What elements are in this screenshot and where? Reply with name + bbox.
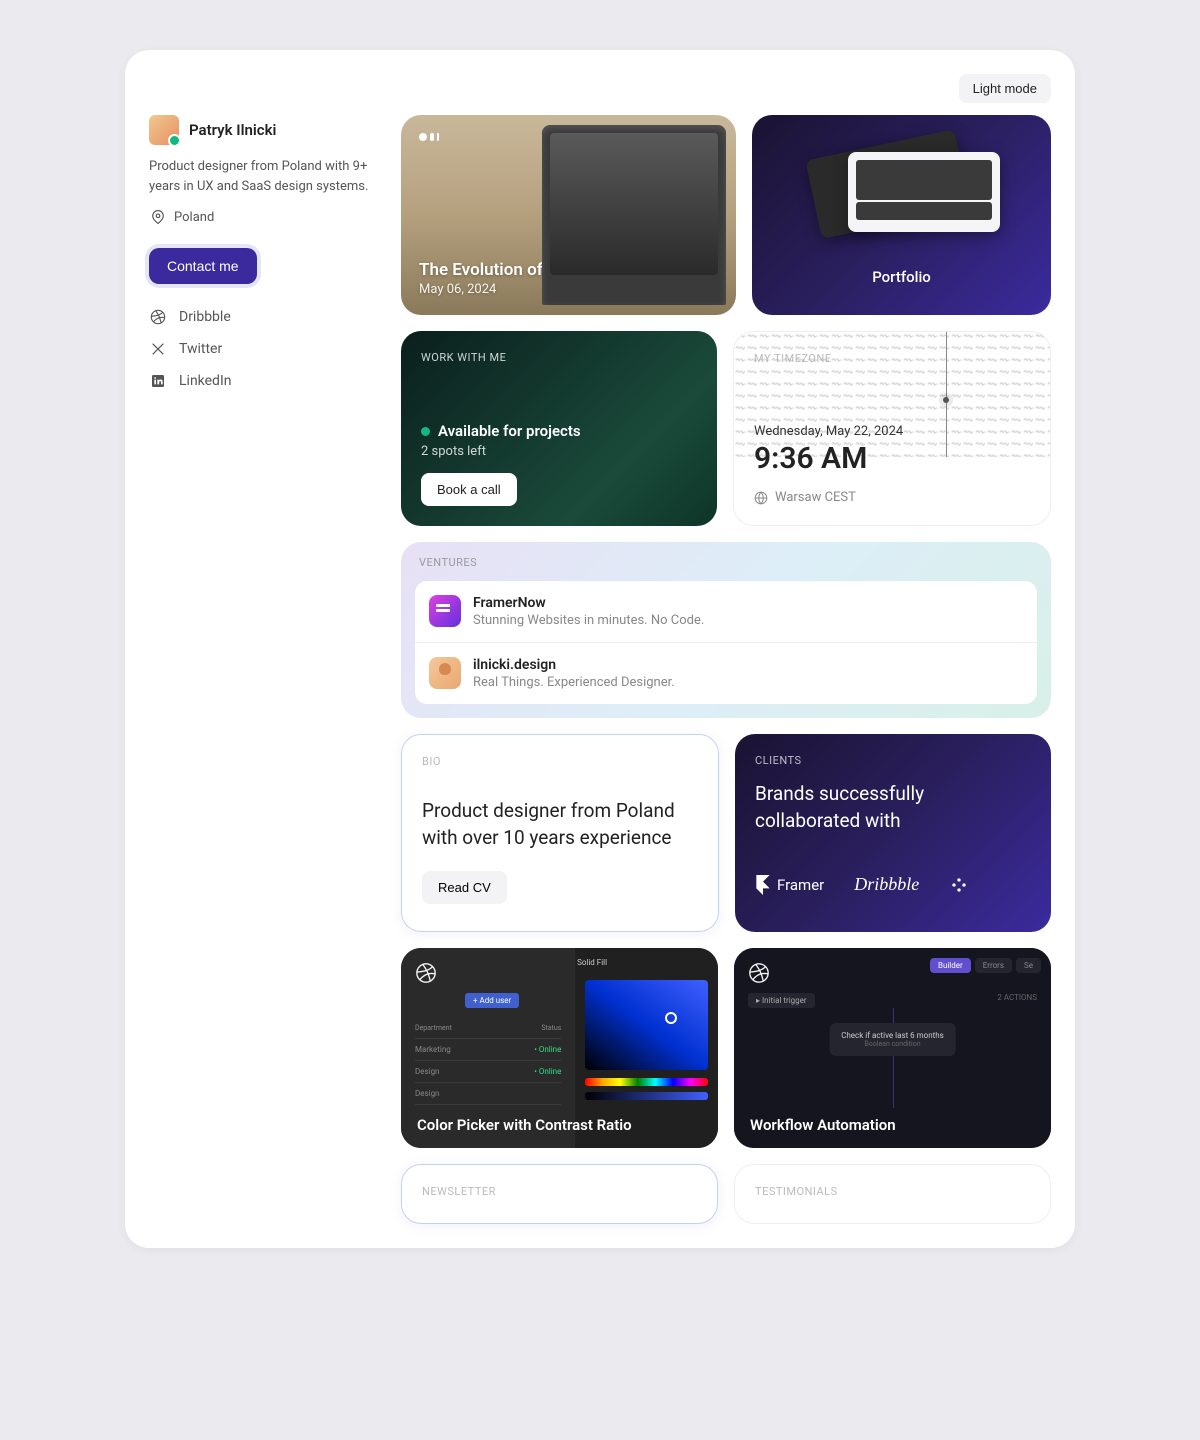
testimonials-label: TESTIMONIALS: [755, 1185, 1030, 1198]
clients-title: Brands successfully collaborated with: [755, 781, 1031, 834]
timezone-location: Warsaw CEST: [775, 490, 856, 505]
venture-desc: Stunning Websites in minutes. No Code.: [473, 613, 704, 628]
location-pin-icon: [149, 208, 167, 226]
dribbble-logo: Dribbble: [854, 874, 919, 895]
article-date: May 06, 2024: [419, 282, 718, 297]
social-label: LinkedIn: [179, 373, 232, 389]
venture-item[interactable]: ilnicki.design Real Things. Experienced …: [415, 642, 1037, 704]
framer-logo: Framer: [755, 875, 824, 895]
clients-card: CLIENTS Brands successfully collaborated…: [735, 734, 1051, 932]
timezone-card: MY TIMEZONE Wednesday, May 22, 2024 9:36…: [733, 331, 1051, 526]
dribbble-icon: [748, 962, 770, 984]
shot-title: Workflow Automation: [750, 1116, 896, 1134]
ventures-card: VENTURES FramerNow Stunning Websites in …: [401, 542, 1051, 718]
shot-title: Color Picker with Contrast Ratio: [417, 1116, 632, 1134]
portfolio-title: Portfolio: [872, 268, 931, 286]
work-with-me-card: WORK WITH ME Available for projects 2 sp…: [401, 331, 717, 526]
dribbble-icon: [149, 308, 167, 326]
ilnicki-icon: [429, 657, 461, 689]
newsletter-label: NEWSLETTER: [422, 1185, 697, 1198]
timezone-time: 9:36 AM: [754, 441, 1030, 476]
venture-desc: Real Things. Experienced Designer.: [473, 675, 675, 690]
linkedin-icon: [149, 372, 167, 390]
social-linkedin[interactable]: LinkedIn: [149, 372, 369, 390]
ventures-label: VENTURES: [415, 556, 1037, 569]
social-dribbble[interactable]: Dribbble: [149, 308, 369, 326]
newsletter-card: NEWSLETTER: [401, 1164, 718, 1224]
location-text: Poland: [174, 210, 214, 225]
bio-label: BIO: [422, 755, 698, 768]
globe-icon: [754, 491, 768, 505]
social-label: Dribbble: [179, 309, 231, 325]
testimonials-card: TESTIMONIALS: [734, 1164, 1051, 1224]
availability-dot-icon: [421, 427, 430, 436]
venture-name: ilnicki.design: [473, 657, 675, 673]
spots-text: 2 spots left: [421, 444, 697, 459]
contact-button[interactable]: Contact me: [149, 248, 257, 284]
bio-text: Product designer from Poland with over 1…: [422, 798, 698, 851]
social-twitter[interactable]: Twitter: [149, 340, 369, 358]
profile-bio: Product designer from Poland with 9+ yea…: [149, 157, 369, 196]
mock-adduser: + Add user: [465, 993, 519, 1008]
avatar: [149, 115, 179, 145]
timezone-label: MY TIMEZONE: [754, 352, 1030, 365]
dribbble-icon: [415, 962, 437, 984]
theme-toggle-button[interactable]: Light mode: [959, 74, 1051, 103]
bio-card: BIO Product designer from Poland with ov…: [401, 734, 719, 932]
dribbble-shot-card[interactable]: Builder Errors Se ▸ Initial trigger 2 AC…: [734, 948, 1051, 1148]
venture-name: FramerNow: [473, 595, 704, 611]
medium-icon: [419, 133, 718, 141]
twitter-icon: [149, 340, 167, 358]
dribbble-shot-card[interactable]: + Add user DepartmentStatus Marketing• O…: [401, 948, 718, 1148]
book-call-button[interactable]: Book a call: [421, 473, 517, 506]
social-label: Twitter: [179, 341, 222, 357]
article-card[interactable]: The Evolution of Online Media May 06, 20…: [401, 115, 736, 315]
venture-item[interactable]: FramerNow Stunning Websites in minutes. …: [415, 581, 1037, 642]
framernow-icon: [429, 595, 461, 627]
profile-name: Patryk Ilnicki: [189, 121, 276, 139]
sidebar: Patryk Ilnicki Product designer from Pol…: [149, 115, 369, 1224]
timezone-date: Wednesday, May 22, 2024: [754, 424, 1030, 439]
clients-label: CLIENTS: [755, 754, 1031, 767]
slack-logo: [949, 875, 969, 895]
read-cv-button[interactable]: Read CV: [422, 871, 507, 904]
portfolio-card[interactable]: Portfolio: [752, 115, 1051, 315]
work-label: WORK WITH ME: [421, 351, 697, 364]
availability-text: Available for projects: [438, 422, 581, 440]
profile-location: Poland: [149, 208, 369, 226]
